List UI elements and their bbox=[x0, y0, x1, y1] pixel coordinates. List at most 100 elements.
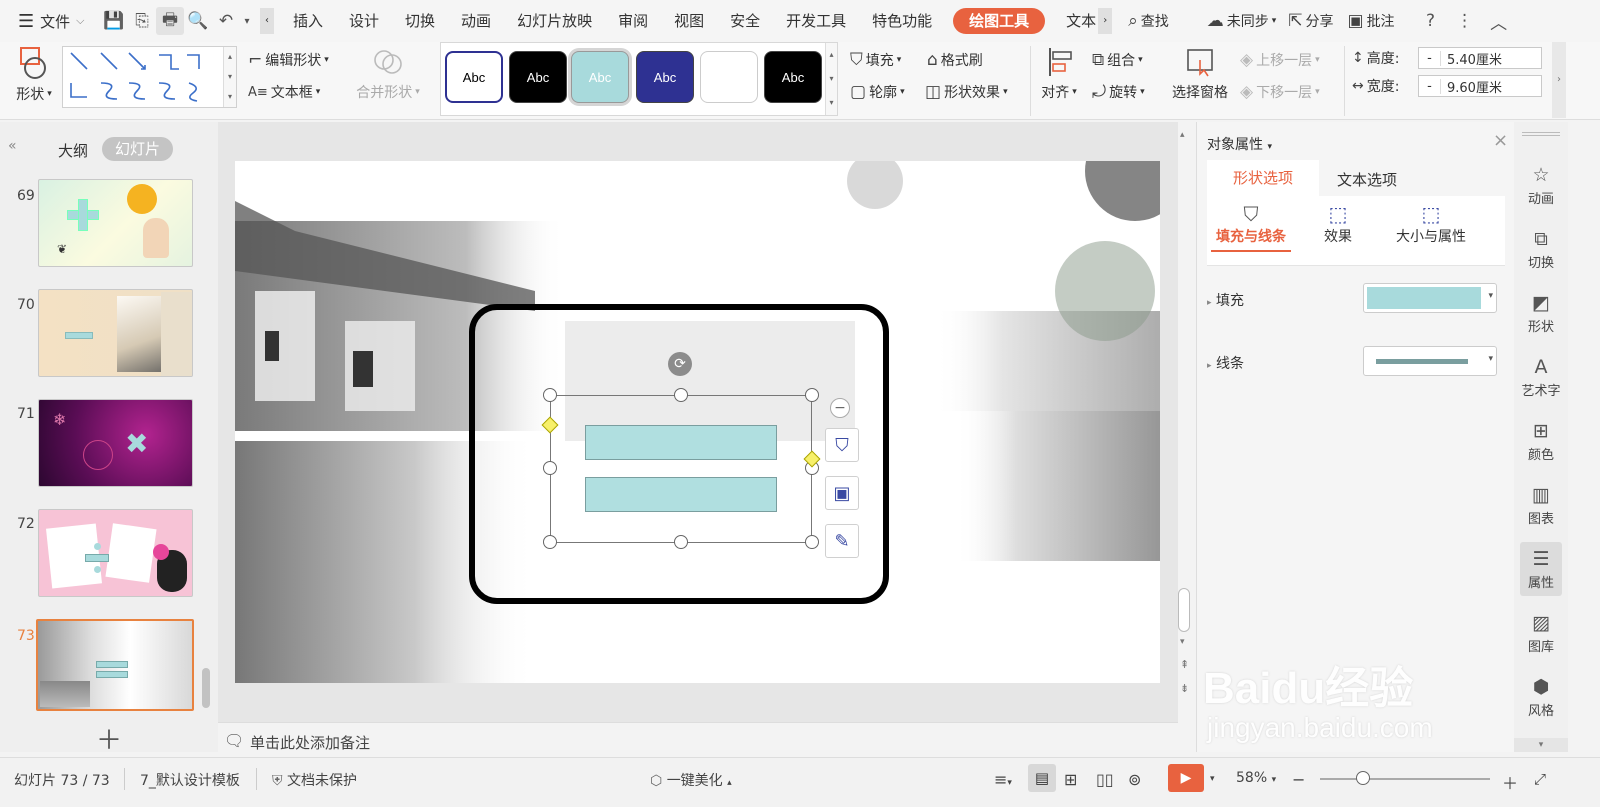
outline-button[interactable]: ▢ 轮廓 ▾ bbox=[850, 82, 905, 102]
fit-window-icon[interactable]: ⤢ bbox=[1534, 770, 1546, 788]
search-button[interactable]: ⌕ 查找 bbox=[1128, 11, 1169, 31]
text-box-button[interactable]: A≡ 文本框 ▾ bbox=[248, 82, 320, 102]
fill-color-picker[interactable]: ▾ bbox=[1363, 283, 1497, 313]
sidebar-item-color[interactable]: ⊞ 颜色 bbox=[1514, 420, 1568, 463]
rotate-handle-icon[interactable]: ⟳ bbox=[668, 352, 692, 376]
subtab-effect[interactable]: ⬚ 效果 bbox=[1313, 202, 1363, 246]
sidebar-item-properties[interactable]: ☰ 属性 bbox=[1520, 542, 1562, 596]
print-icon[interactable]: 🖶 bbox=[156, 7, 184, 35]
tab-text-options[interactable]: 文本选项 bbox=[1337, 169, 1397, 190]
fill-tool-icon[interactable]: ⛉ bbox=[825, 428, 859, 462]
selection-pane-button[interactable]: 选择窗格 bbox=[1168, 46, 1232, 102]
height-field[interactable]: -5.40厘米 bbox=[1418, 47, 1542, 69]
resize-handle-l[interactable] bbox=[543, 461, 557, 475]
tab-insert[interactable]: 插入 bbox=[280, 0, 336, 42]
gallery-scroll[interactable]: ▴ ▾ ▾ bbox=[223, 47, 236, 107]
tab-shape-options[interactable]: 形状选项 bbox=[1207, 160, 1319, 196]
style-swatch-3[interactable]: Abc bbox=[571, 51, 629, 103]
slide-sorter-icon[interactable]: ⊞ bbox=[1064, 770, 1077, 789]
sync-button[interactable]: ☁ 未同步 ▾ bbox=[1207, 11, 1277, 31]
line-gallery[interactable]: ▴ ▾ ▾ bbox=[62, 46, 237, 108]
fill-section-toggle[interactable]: ▸ 填充 bbox=[1207, 290, 1244, 310]
sidebar-item-style[interactable]: ⬢ 风格 bbox=[1514, 676, 1568, 719]
fill-button[interactable]: ⛉ 填充 ▾ bbox=[850, 50, 901, 70]
sidebar-item-shape[interactable]: ◩ 形状 bbox=[1514, 292, 1568, 335]
resize-handle-bl[interactable] bbox=[543, 535, 557, 549]
merge-shape-button[interactable]: 合并形状 ▾ bbox=[354, 46, 422, 102]
zoom-out-icon[interactable]: − bbox=[1292, 770, 1305, 789]
align-button[interactable]: 对齐 ▾ bbox=[1036, 46, 1082, 102]
tab-design[interactable]: 设计 bbox=[336, 0, 392, 42]
tab-outline[interactable]: 大纲 bbox=[58, 140, 88, 161]
resize-handle-br[interactable] bbox=[805, 535, 819, 549]
equals-bar-top[interactable] bbox=[585, 425, 777, 460]
slide-thumbnail-72[interactable] bbox=[38, 509, 193, 597]
slide-thumbnail-71[interactable]: ✖ ❄ bbox=[38, 399, 193, 487]
format-painter-button[interactable]: ⌂ 格式刷 bbox=[927, 50, 983, 70]
width-field[interactable]: -9.60厘米 bbox=[1418, 75, 1542, 97]
group-button[interactable]: ⧉ 组合 ▾ bbox=[1092, 50, 1143, 70]
height-decrement[interactable]: - bbox=[1419, 50, 1441, 66]
shape-effect-button[interactable]: ◫ 形状效果 ▾ bbox=[925, 82, 1008, 102]
style-gallery-scroll[interactable]: ▴ ▾ ▾ bbox=[825, 43, 837, 115]
tab-slides[interactable]: 幻灯片 bbox=[102, 137, 174, 161]
zoom-in-icon[interactable]: ＋ bbox=[1502, 770, 1518, 794]
comment-button[interactable]: ▣ 批注 bbox=[1348, 11, 1395, 31]
slide-thumbnail-73[interactable] bbox=[36, 619, 194, 711]
edit-shape-button[interactable]: ⌐ 编辑形状 ▾ bbox=[248, 50, 329, 70]
more-icon[interactable]: ⋮ bbox=[1451, 7, 1479, 35]
sidebar-item-gallery[interactable]: ▨ 图库 bbox=[1514, 612, 1568, 655]
zoom-slider-track[interactable] bbox=[1320, 778, 1490, 780]
zoom-select[interactable]: 58% ▾ bbox=[1236, 770, 1276, 786]
brush-tool-icon[interactable]: ✎ bbox=[825, 524, 859, 558]
bring-forward-button[interactable]: ◈ 上移一层 ▾ bbox=[1240, 50, 1320, 70]
tab-view[interactable]: 视图 bbox=[661, 0, 717, 42]
undo-icon[interactable]: ↶ bbox=[212, 7, 240, 35]
resize-handle-tl[interactable] bbox=[543, 388, 557, 402]
collapse-panel-icon[interactable]: « bbox=[8, 138, 17, 154]
subtab-fill-line[interactable]: ⛉ 填充与线条 bbox=[1211, 202, 1291, 252]
notes-toggle-icon[interactable]: ≡▾ bbox=[994, 770, 1012, 789]
style-swatch-5[interactable] bbox=[700, 51, 758, 103]
collapse-toolbar-icon[interactable]: − bbox=[830, 398, 850, 418]
print-preview-icon[interactable]: 🔍 bbox=[184, 7, 212, 35]
style-swatch-4[interactable]: Abc bbox=[636, 51, 694, 103]
beautify-button[interactable]: ⬡ 一键美化 ▴ bbox=[650, 770, 732, 790]
scroll-left-icon[interactable]: ‹ bbox=[260, 8, 274, 34]
subtab-size[interactable]: ⬚ 大小与属性 bbox=[1383, 202, 1479, 246]
scroll-right-icon[interactable]: › bbox=[1098, 8, 1113, 34]
file-menu[interactable]: ☰ 文件 ⌵ bbox=[0, 11, 100, 32]
send-backward-button[interactable]: ◈ 下移一层 ▾ bbox=[1240, 82, 1320, 102]
save-icon[interactable]: 💾 bbox=[100, 7, 128, 35]
presenter-view-icon[interactable]: ⊚ bbox=[1128, 770, 1141, 789]
tab-animation[interactable]: 动画 bbox=[448, 0, 504, 42]
sidebar-item-wordart[interactable]: A 艺术字 bbox=[1514, 356, 1568, 399]
resize-handle-t[interactable] bbox=[674, 388, 688, 402]
slide-canvas[interactable]: ⟳ − ⛉ ▣ ✎ bbox=[235, 161, 1160, 683]
resize-handle-tr[interactable] bbox=[805, 388, 819, 402]
style-swatch-1[interactable]: Abc bbox=[445, 51, 503, 103]
sidebar-item-transition[interactable]: ⧉ 切换 bbox=[1514, 228, 1568, 271]
normal-view-icon[interactable]: ▤ bbox=[1028, 764, 1056, 792]
next-slide-icon[interactable]: ⇟ bbox=[1180, 682, 1189, 695]
scroll-up-icon[interactable]: ▴ bbox=[1180, 130, 1185, 140]
tab-slideshow[interactable]: 幻灯片放映 bbox=[504, 0, 605, 42]
ribbon-scroll-right[interactable]: › bbox=[1552, 42, 1566, 118]
tab-security[interactable]: 安全 bbox=[717, 0, 773, 42]
sidebar-scroll-down[interactable]: ▾ bbox=[1514, 738, 1568, 752]
undo-dropdown-icon[interactable]: ▾ bbox=[240, 7, 254, 35]
scroll-down-icon[interactable]: ▾ bbox=[1180, 637, 1185, 647]
shape-button[interactable]: 形状 ▾ bbox=[12, 46, 56, 104]
play-dropdown-icon[interactable]: ▾ bbox=[1210, 774, 1215, 784]
tab-drawing-tools[interactable]: 绘图工具 bbox=[953, 8, 1046, 34]
share-button[interactable]: ⇱ 分享 bbox=[1288, 11, 1333, 31]
outline-tool-icon[interactable]: ▣ bbox=[825, 476, 859, 510]
protect-status[interactable]: ⛨ 文档未保护 bbox=[272, 770, 357, 790]
slide-thumbnail-70[interactable] bbox=[38, 289, 193, 377]
sidebar-item-chart[interactable]: ▥ 图表 bbox=[1514, 484, 1568, 527]
panel-title[interactable]: 对象属性 ▾ bbox=[1207, 134, 1272, 154]
help-icon[interactable]: ? bbox=[1417, 7, 1445, 35]
zoom-slider-thumb[interactable] bbox=[1356, 771, 1370, 785]
add-slide-icon[interactable]: ＋ bbox=[96, 720, 122, 757]
prev-slide-icon[interactable]: ⇞ bbox=[1180, 658, 1189, 671]
